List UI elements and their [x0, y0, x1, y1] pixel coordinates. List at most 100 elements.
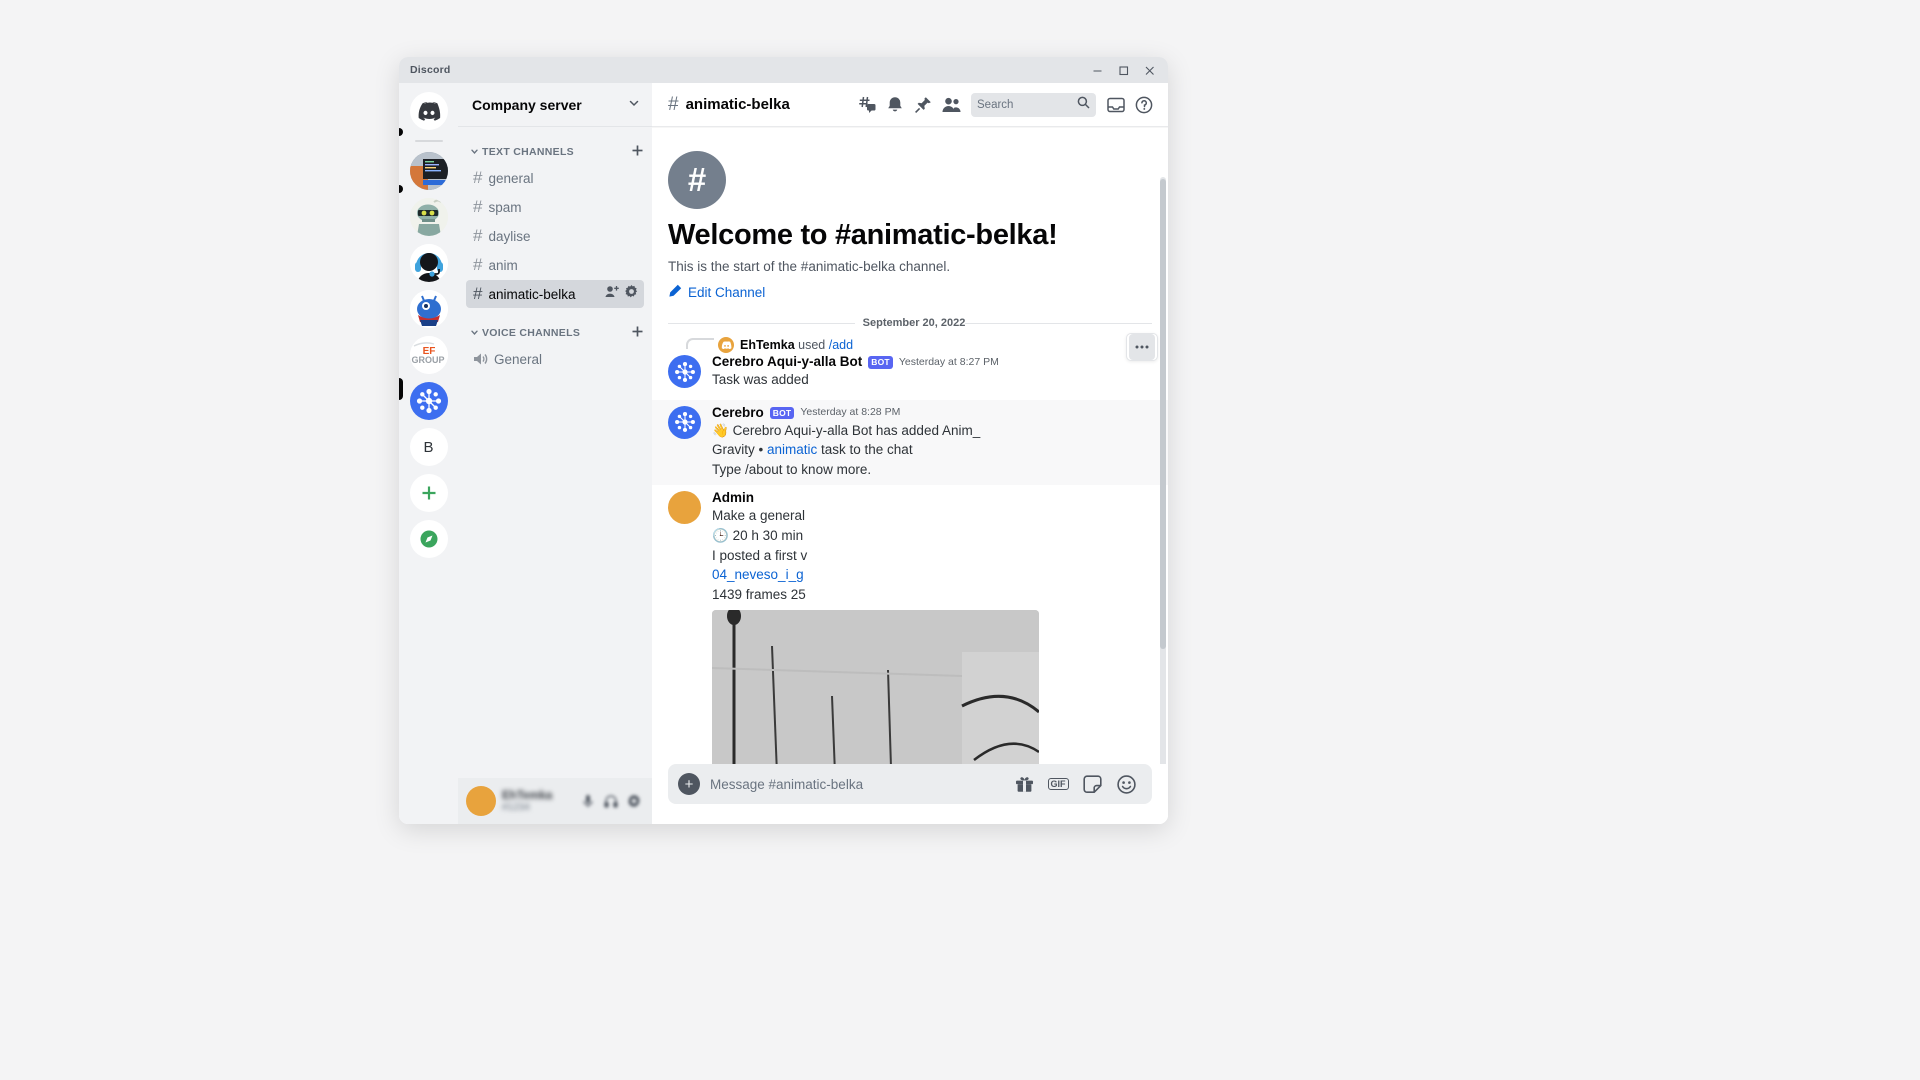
system-message-used-command: EhTemka used /add: [652, 329, 1168, 354]
search-input[interactable]: Search: [971, 92, 1096, 117]
close-button[interactable]: [1136, 57, 1162, 83]
sidebar-channel-spam[interactable]: # spam: [466, 193, 644, 221]
composer-wrapper: + Message #animatic-belka GIF: [652, 764, 1168, 824]
channel-title: animatic-belka: [685, 96, 790, 113]
message-attachment-link[interactable]: 04_neveso_i_g: [712, 566, 1152, 585]
message-body: Task was added: [712, 372, 809, 388]
server-rail-item-headset[interactable]: [409, 244, 448, 282]
main-chat: # animatic-belka Search # Welcome to #an…: [652, 83, 1168, 824]
deafen-icon[interactable]: [601, 791, 621, 811]
message-header: Admin: [712, 491, 1152, 506]
server-rail: EF GROUP B: [399, 83, 458, 824]
gear-icon[interactable]: [625, 285, 638, 303]
category-text-channels[interactable]: Text Channels: [458, 141, 652, 163]
maximize-button[interactable]: [1110, 57, 1136, 83]
message-author[interactable]: Admin: [712, 491, 754, 506]
help-icon[interactable]: [1130, 91, 1158, 119]
channel-sidebar: Company server Text Channels: [458, 83, 652, 824]
sticker-icon[interactable]: [1080, 772, 1104, 796]
message-composer[interactable]: + Message #animatic-belka GIF: [668, 764, 1152, 804]
avatar[interactable]: [466, 786, 496, 816]
system-message-text: EhTemka used /add: [740, 338, 853, 352]
attach-plus-button[interactable]: +: [678, 773, 700, 795]
sidebar-channel-anim[interactable]: # anim: [466, 251, 644, 279]
emoji-icon[interactable]: [1114, 772, 1138, 796]
avatar[interactable]: [668, 405, 701, 439]
channel-label: daylise: [488, 228, 531, 244]
gift-icon[interactable]: [1012, 772, 1036, 796]
channel-label: spam: [488, 199, 522, 215]
invite-member-icon[interactable]: [605, 285, 619, 303]
edit-channel-link[interactable]: Edit Channel: [668, 284, 1152, 301]
title-bar: Discord: [399, 57, 1168, 83]
sidebar-channel-general[interactable]: # general: [466, 164, 644, 192]
message-list[interactable]: # Welcome to #animatic-belka! This is th…: [652, 127, 1168, 764]
wave-emoji: 👋: [712, 422, 729, 438]
hash-icon: #: [473, 168, 483, 187]
server-rail-item-ef-group[interactable]: EF GROUP: [409, 336, 448, 374]
search-placeholder: Search: [977, 98, 1014, 111]
server-rail-item-b[interactable]: B: [409, 428, 448, 466]
server-header-dropdown[interactable]: Company server: [458, 83, 652, 127]
message-body-line5: 1439 frames 25: [712, 586, 806, 602]
channel-row-icons: [605, 285, 638, 303]
message-body-line3: Type /about to know more.: [712, 461, 872, 477]
server-rail-item-bender[interactable]: [409, 198, 448, 236]
message-input-placeholder[interactable]: Message #animatic-belka: [710, 777, 1002, 792]
add-server-button[interactable]: [409, 474, 448, 512]
category-label: Voice Channels: [482, 327, 581, 339]
speaker-icon: [473, 352, 488, 366]
message-action-toolbar: [1126, 333, 1158, 361]
server-rail-item-blue-creature[interactable]: [409, 290, 448, 328]
sidebar-channel-general-voice[interactable]: General: [466, 345, 644, 373]
pin-icon[interactable]: [909, 91, 937, 119]
minimize-button[interactable]: [1084, 57, 1110, 83]
server-name-label: Company server: [472, 96, 582, 113]
message-author[interactable]: Cerebro: [712, 405, 764, 421]
sidebar-channel-animatic-belka[interactable]: # animatic-belka: [466, 280, 644, 308]
gif-icon[interactable]: GIF: [1046, 772, 1070, 796]
channel-label: general: [488, 170, 534, 186]
avatar[interactable]: [668, 491, 701, 525]
category-voice-channels[interactable]: Voice Channels: [458, 322, 652, 344]
bell-icon[interactable]: [881, 91, 909, 119]
add-channel-icon[interactable]: [631, 144, 644, 161]
system-message-command[interactable]: /add: [829, 338, 853, 352]
hash-icon: #: [473, 255, 483, 274]
threads-icon[interactable]: [853, 91, 881, 119]
avatar[interactable]: [718, 337, 734, 354]
members-icon[interactable]: [937, 91, 965, 119]
scrollbar-thumb[interactable]: [1160, 179, 1166, 649]
page-title: Welcome to #animatic-belka!: [668, 219, 1058, 251]
settings-gear-icon[interactable]: [624, 791, 644, 811]
message-author[interactable]: Cerebro Aqui-y-alla Bot: [712, 354, 862, 370]
server-rail-item-cerebro[interactable]: [409, 382, 448, 420]
add-voice-channel-icon[interactable]: [631, 325, 644, 342]
chevron-down-icon: [470, 147, 479, 158]
more-icon[interactable]: [1129, 334, 1155, 360]
animatic-link[interactable]: animatic: [767, 442, 817, 457]
inbox-icon[interactable]: [1102, 91, 1130, 119]
channel-label: animatic-belka: [488, 286, 576, 302]
message-cerebro-task-added: Cerebro Aqui-y-alla Bot BOT Yesterday at…: [652, 353, 1168, 391]
edit-channel-label: Edit Channel: [688, 285, 766, 301]
date-divider: September 20, 2022: [652, 301, 1168, 329]
channel-list: Text Channels # general # spam # daylise: [458, 127, 652, 778]
username-label: EhTemka: [502, 789, 553, 802]
chevron-down-icon: [470, 328, 479, 339]
sidebar-channel-daylise[interactable]: # daylise: [466, 222, 644, 250]
guild-pill-active: [399, 378, 403, 400]
explore-servers-button[interactable]: [409, 520, 448, 558]
avatar[interactable]: [668, 355, 701, 389]
message-body-line3: I posted a first v: [712, 547, 808, 563]
message-line2-pre: Gravity •: [712, 442, 767, 458]
message-line1-text: Cerebro Aqui-y-alla Bot has added Anim_: [732, 422, 981, 438]
channel-label: anim: [488, 257, 518, 273]
mute-icon[interactable]: [578, 791, 598, 811]
image-attachment[interactable]: [712, 610, 1039, 764]
channel-label: General: [494, 351, 543, 367]
server-rail-item-discord-home[interactable]: [409, 92, 448, 130]
server-rail-item-workspace[interactable]: [409, 152, 448, 190]
message-header: Cerebro Aqui-y-alla Bot BOT Yesterday at…: [712, 354, 1152, 370]
message-timestamp: Yesterday at 8:27 PM: [898, 355, 999, 368]
